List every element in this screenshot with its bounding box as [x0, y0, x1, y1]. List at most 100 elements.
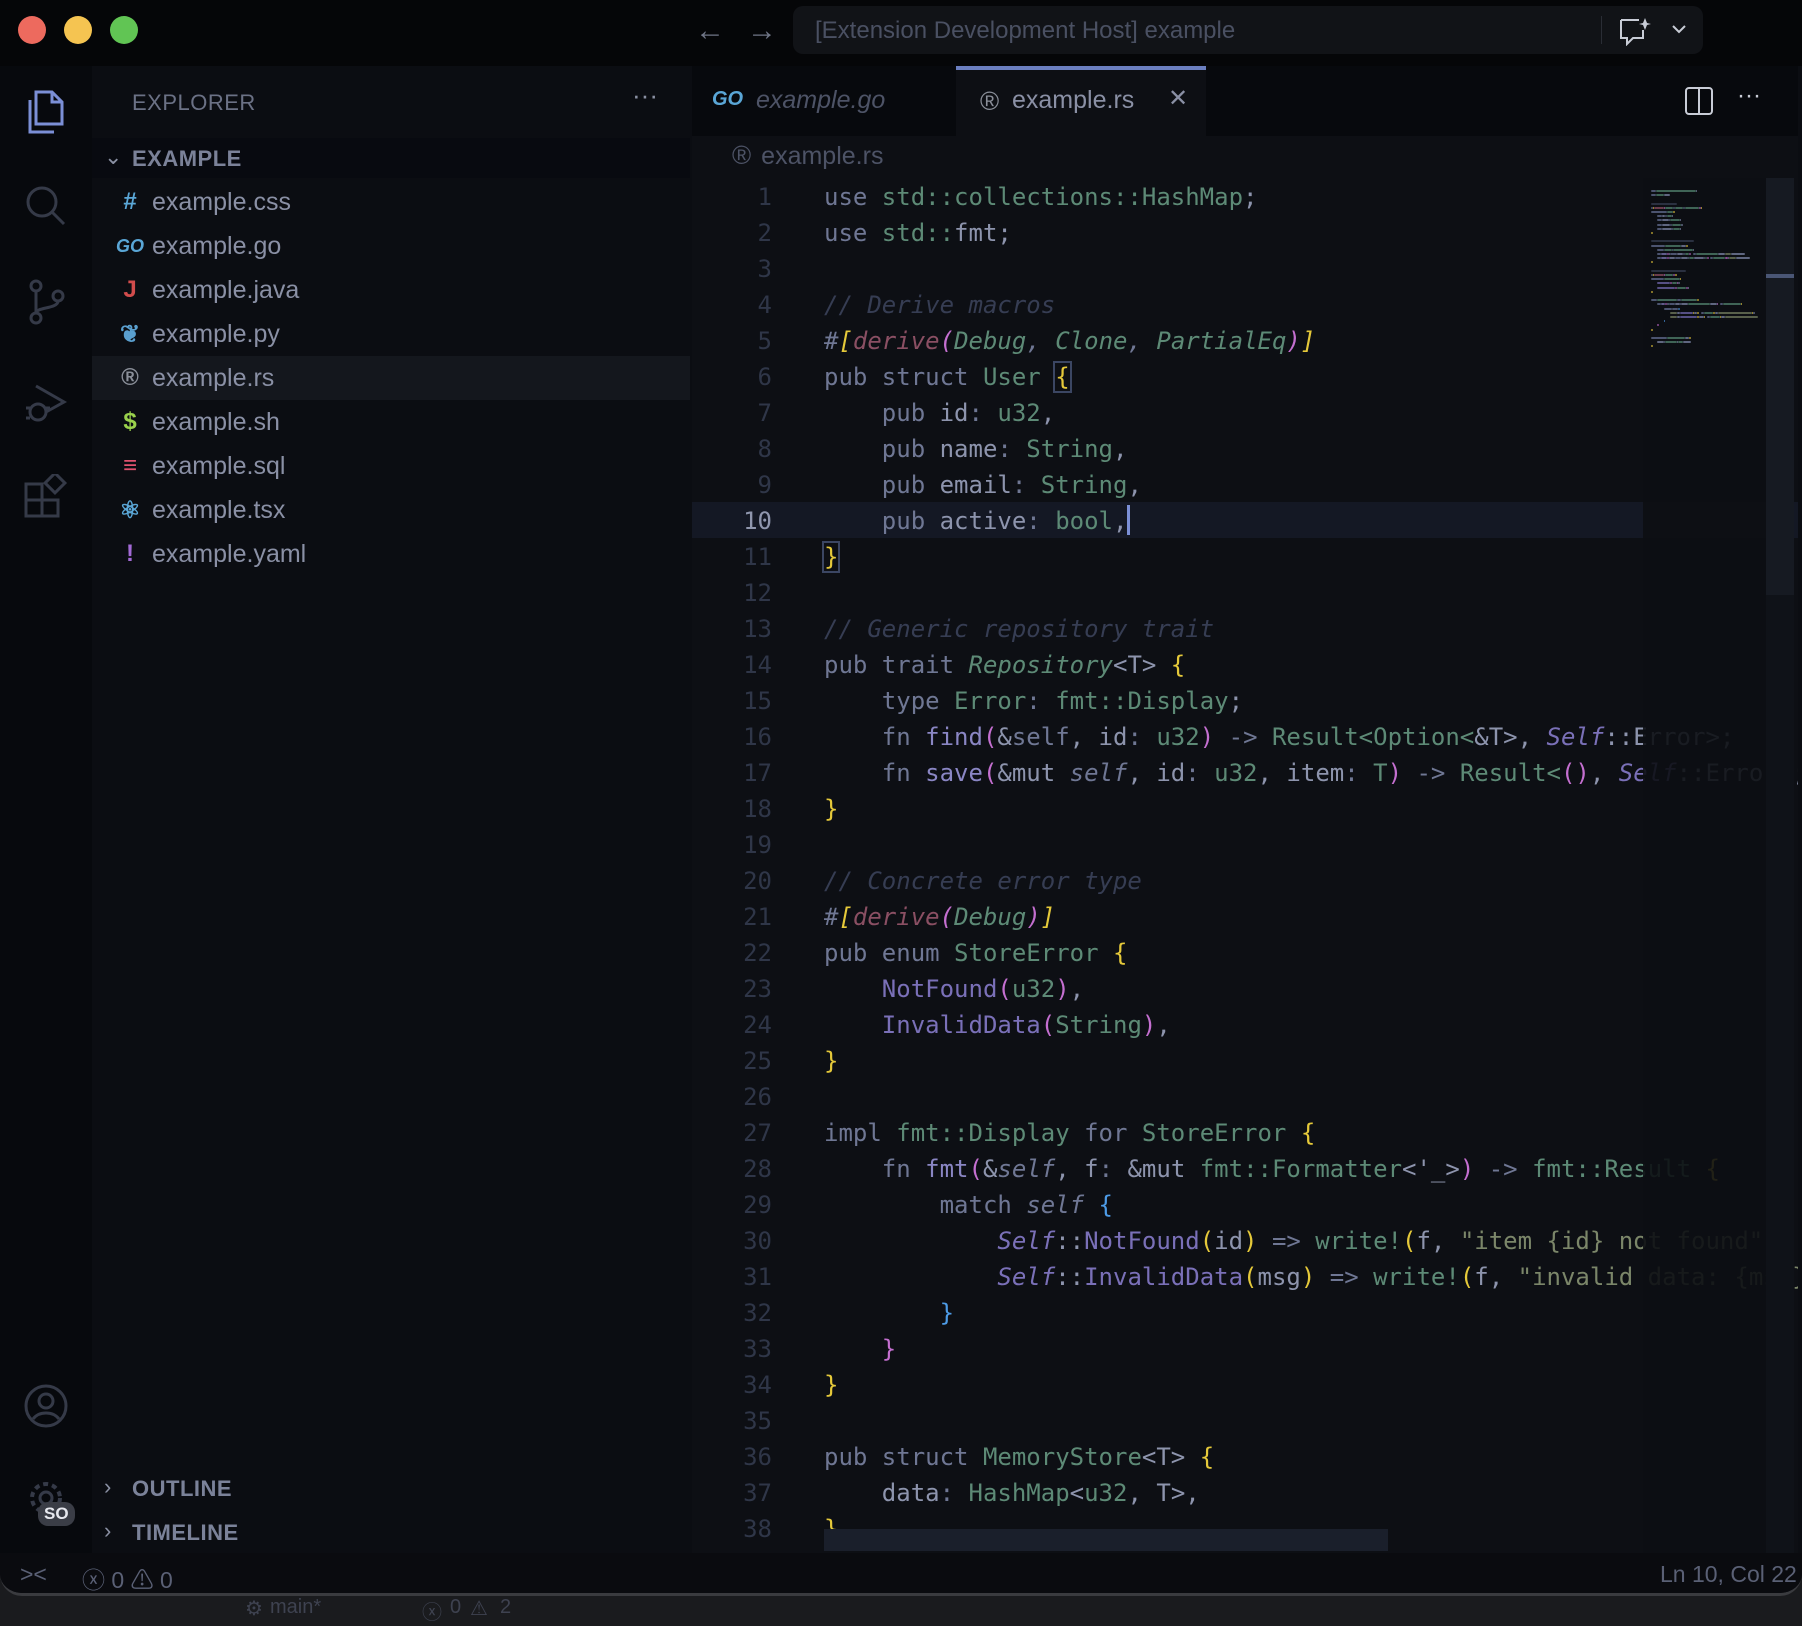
- code-line[interactable]: 33 }: [692, 1330, 1798, 1366]
- code-token: ): [1301, 1263, 1315, 1291]
- code-token: save: [925, 759, 983, 787]
- search-icon[interactable]: [20, 180, 72, 232]
- code-line[interactable]: 25}: [692, 1042, 1798, 1078]
- file-item-example-sh[interactable]: $example.sh: [92, 400, 690, 444]
- editor-more-actions-icon[interactable]: ···: [1737, 82, 1761, 110]
- chevron-down-icon[interactable]: [1671, 24, 1687, 36]
- code-line[interactable]: 34}: [692, 1366, 1798, 1402]
- explorer-icon[interactable]: [20, 86, 72, 138]
- code-line[interactable]: 23 NotFound(u32),: [692, 970, 1798, 1006]
- code-token: // Concrete error type: [824, 867, 1142, 895]
- horizontal-scrollbar[interactable]: [824, 1529, 1388, 1551]
- vertical-scrollbar[interactable]: [1766, 178, 1794, 1553]
- file-item-example-yaml[interactable]: !example.yaml: [92, 532, 690, 576]
- code-token: derive: [853, 327, 940, 355]
- code-line[interactable]: 6pub struct User {: [692, 358, 1798, 394]
- code-line[interactable]: 24 InvalidData(String),: [692, 1006, 1798, 1042]
- source-control-icon[interactable]: [20, 276, 72, 328]
- code-token: ]: [1301, 327, 1315, 355]
- line-number: 27: [712, 1119, 772, 1147]
- minimap-line: [1725, 316, 1758, 318]
- file-item-example-tsx[interactable]: ⚛example.tsx: [92, 488, 690, 532]
- account-icon[interactable]: [20, 1380, 72, 1432]
- line-number: 9: [712, 471, 772, 499]
- split-editor-icon[interactable]: [1684, 86, 1714, 116]
- code-line[interactable]: 14pub trait Repository<T> {: [692, 646, 1798, 682]
- file-item-example-sql[interactable]: ≡example.sql: [92, 444, 690, 488]
- scrollbar-thumb[interactable]: [1766, 178, 1794, 595]
- code-line[interactable]: 1use std::collections::HashMap;: [692, 178, 1798, 214]
- code-line[interactable]: 5#[derive(Debug, Clone, PartialEq)]: [692, 322, 1798, 358]
- minimap-line: [1662, 219, 1668, 221]
- code-line[interactable]: 19: [692, 826, 1798, 862]
- problems-button[interactable]: ⓧ 0 ⚠ 0: [82, 1561, 173, 1595]
- minimap-line: [1688, 287, 1690, 289]
- code-token: email: [940, 471, 1012, 499]
- maximize-window-button[interactable]: [110, 16, 138, 44]
- code-line[interactable]: 10 pub active: bool,: [692, 502, 1798, 538]
- code-line[interactable]: 3: [692, 250, 1798, 286]
- minimap-line: [1729, 257, 1735, 259]
- line-number: 10: [712, 507, 772, 535]
- code-line[interactable]: 21#[derive(Debug)]: [692, 898, 1798, 934]
- extensions-icon[interactable]: [20, 472, 72, 524]
- file-item-example-py[interactable]: ❦example.py: [92, 312, 690, 356]
- code-line[interactable]: 36pub struct MemoryStore<T> {: [692, 1438, 1798, 1474]
- folder-header-example[interactable]: ⌄ EXAMPLE: [92, 138, 690, 178]
- run-debug-icon[interactable]: [20, 376, 72, 428]
- close-tab-icon[interactable]: ✕: [1168, 84, 1188, 113]
- code-line[interactable]: 2use std::fmt;: [692, 214, 1798, 250]
- code-line[interactable]: 17 fn save(&mut self, id: u32, item: T) …: [692, 754, 1798, 790]
- code-line[interactable]: 12: [692, 574, 1798, 610]
- command-center[interactable]: [Extension Development Host] example: [793, 6, 1703, 54]
- code-line[interactable]: 30 Self::NotFound(id) => write!(f, "item…: [692, 1222, 1798, 1258]
- timeline-section-header[interactable]: › TIMELINE: [92, 1512, 690, 1552]
- file-item-example-java[interactable]: Jexample.java: [92, 268, 690, 312]
- code-token: Debug: [954, 903, 1026, 931]
- arrow-right-icon[interactable]: →: [747, 14, 777, 48]
- go-file-icon: GO: [712, 88, 743, 111]
- settings-gear-icon[interactable]: SO: [20, 1472, 72, 1524]
- code-line[interactable]: 29 match self {: [692, 1186, 1798, 1222]
- code-line[interactable]: 18}: [692, 790, 1798, 826]
- code-line[interactable]: 15 type Error: fmt::Display;: [692, 682, 1798, 718]
- code-line[interactable]: 28 fn fmt(&self, f: &mut fmt::Formatter<…: [692, 1150, 1798, 1186]
- code-line[interactable]: 37 data: HashMap<u32, T>,: [692, 1474, 1798, 1510]
- more-actions-button[interactable]: ···: [632, 80, 658, 111]
- code-line[interactable]: 4// Derive macros: [692, 286, 1798, 322]
- file-item-example-go[interactable]: GOexample.go: [92, 224, 690, 268]
- tab-example-go[interactable]: GO example.go: [692, 66, 956, 136]
- breadcrumb[interactable]: ®example.rs: [732, 140, 883, 171]
- code-line[interactable]: 20// Concrete error type: [692, 862, 1798, 898]
- copilot-chat-icon[interactable]: [1617, 16, 1651, 46]
- code-line[interactable]: 13// Generic repository trait: [692, 610, 1798, 646]
- arrow-left-icon[interactable]: ←: [695, 14, 725, 48]
- close-window-button[interactable]: [18, 16, 46, 44]
- code-line[interactable]: 8 pub name: String,: [692, 430, 1798, 466]
- minimap-line: [1654, 207, 1664, 209]
- minimize-window-button[interactable]: [64, 16, 92, 44]
- minimap-line: [1651, 203, 1677, 205]
- code-line[interactable]: 16 fn find(&self, id: u32) -> Result<Opt…: [692, 718, 1798, 754]
- code-editor[interactable]: 1use std::collections::HashMap;2use std:…: [692, 178, 1798, 1553]
- minimap-line: [1670, 312, 1676, 314]
- code-line[interactable]: 9 pub email: String,: [692, 466, 1798, 502]
- file-item-example-rs[interactable]: ®example.rs: [92, 356, 690, 400]
- timeline-label: TIMELINE: [132, 1520, 239, 1546]
- code-line[interactable]: 35: [692, 1402, 1798, 1438]
- code-token: NotFound: [824, 975, 997, 1003]
- cursor-position[interactable]: Ln 10, Col 22: [1660, 1561, 1797, 1588]
- code-line[interactable]: 22pub enum StoreError {: [692, 934, 1798, 970]
- minimap[interactable]: [1643, 178, 1766, 1553]
- outline-section-header[interactable]: › OUTLINE: [92, 1468, 690, 1508]
- code-line[interactable]: 26: [692, 1078, 1798, 1114]
- code-line[interactable]: 32 }: [692, 1294, 1798, 1330]
- file-item-example-css[interactable]: #example.css: [92, 180, 690, 224]
- code-line[interactable]: 7 pub id: u32,: [692, 394, 1798, 430]
- tab-example-rs[interactable]: ® example.rs ✕: [956, 66, 1206, 136]
- code-token: ,: [1070, 975, 1084, 1003]
- remote-icon[interactable]: ><: [20, 1561, 47, 1588]
- code-line[interactable]: 27impl fmt::Display for StoreError {: [692, 1114, 1798, 1150]
- code-line[interactable]: 31 Self::InvalidData(msg) => write!(f, "…: [692, 1258, 1798, 1294]
- code-line[interactable]: 11}: [692, 538, 1798, 574]
